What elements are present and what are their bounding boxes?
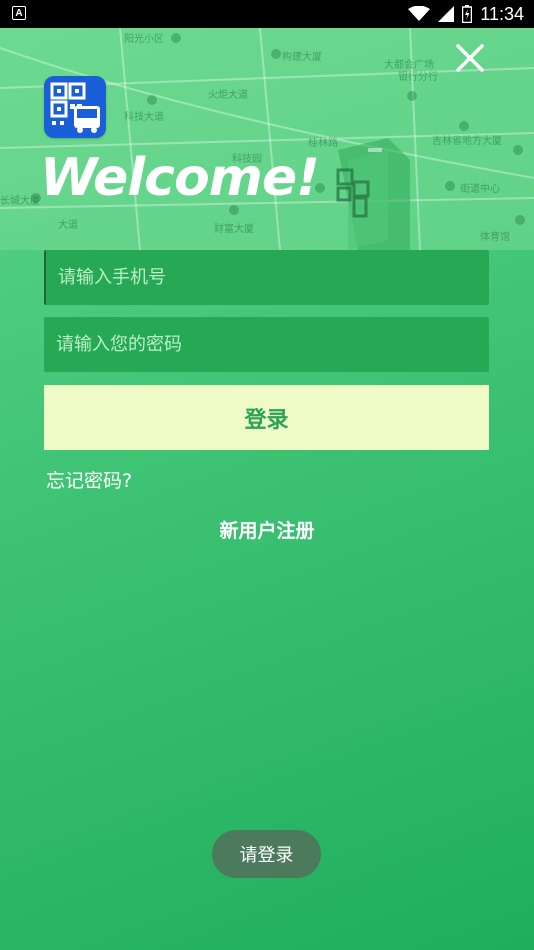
- status-bar: A 11:34: [0, 0, 534, 28]
- qr-bus-logo-icon: [50, 82, 100, 133]
- battery-icon: [462, 5, 473, 23]
- signal-icon: [438, 6, 455, 22]
- map-label: 街道中心: [460, 184, 500, 195]
- status-time: 11:34: [480, 3, 524, 24]
- password-input[interactable]: [44, 317, 489, 372]
- welcome-title: Welcome!: [40, 148, 320, 208]
- map-label: 火炬大道: [208, 90, 248, 101]
- wifi-icon: [408, 6, 431, 21]
- map-label: 长城大厦: [0, 196, 40, 207]
- map-label: 体育馆: [480, 232, 510, 243]
- map-label: 吉林省地方大厦: [432, 136, 502, 147]
- map-label: 银行分行: [398, 72, 438, 83]
- map-label: 财富大厦: [214, 224, 254, 235]
- map-label: 构建大厦: [282, 52, 322, 63]
- close-button[interactable]: [452, 40, 488, 76]
- toast-message: 请登录: [212, 830, 321, 878]
- status-icons: 11:34: [408, 0, 524, 28]
- map-label: 科技大道: [124, 112, 164, 123]
- register-link[interactable]: 新用户注册: [0, 516, 534, 543]
- phone-illustration: [336, 138, 410, 250]
- close-icon: [456, 44, 484, 72]
- map-label: 大道: [58, 220, 78, 231]
- phone-input[interactable]: [44, 250, 489, 305]
- app-logo: [44, 76, 106, 138]
- notification-app-icon: A: [12, 6, 26, 20]
- login-button[interactable]: 登录: [44, 385, 489, 450]
- map-label: 阳光小区: [124, 34, 164, 45]
- forgot-password-link[interactable]: 忘记密码?: [46, 466, 132, 493]
